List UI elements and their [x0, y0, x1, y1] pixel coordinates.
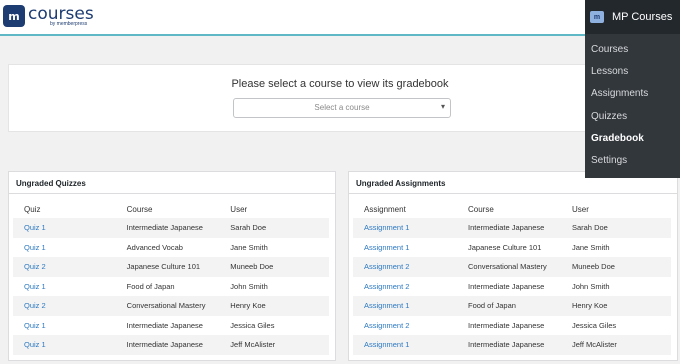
assignment-link[interactable]: Assignment 2: [353, 282, 468, 291]
table-row: Assignment 1 Intermediate Japanese Sarah…: [353, 218, 671, 238]
mp-courses-icon: m: [590, 11, 604, 23]
column-header-assignment: Assignment: [364, 205, 406, 214]
logo-word: courses: [28, 3, 94, 24]
user-cell: Jane Smith: [571, 242, 610, 252]
column-header-user: User: [230, 205, 248, 214]
assignments-table: Assignment Course User Assignment 1 Inte…: [353, 194, 671, 355]
user-cell: Henry Koe: [230, 301, 266, 311]
menu-item-quizzes[interactable]: Quizzes: [585, 105, 680, 127]
user-cell: Jessica Giles: [230, 320, 275, 330]
table-row: Quiz 1 Food of Japan John Smith: [13, 277, 329, 297]
panel-title: Ungraded Quizzes: [9, 172, 335, 194]
course-cell: Japanese Culture 101: [467, 242, 542, 252]
assignment-link[interactable]: Assignment 1: [353, 223, 468, 232]
table-row: Quiz 1 Intermediate Japanese Sarah Doe: [13, 218, 329, 238]
user-cell: John Smith: [571, 281, 610, 291]
table-row: Assignment 1 Intermediate Japanese Jeff …: [353, 335, 671, 355]
table-row: Quiz 1 Advanced Vocab Jane Smith: [13, 238, 329, 258]
course-cell: Intermediate Japanese: [467, 223, 545, 233]
quiz-link[interactable]: Quiz 2: [13, 262, 127, 271]
user-cell: Sarah Doe: [571, 223, 608, 233]
course-cell: Intermediate Japanese: [467, 281, 545, 291]
table-row: Quiz 1 Intermediate Japanese Jeff McAlis…: [13, 335, 329, 355]
quiz-link[interactable]: Quiz 1: [13, 321, 127, 330]
quiz-link[interactable]: Quiz 1: [13, 282, 127, 291]
user-cell: Muneeb Doe: [571, 262, 615, 272]
user-cell: Henry Koe: [571, 301, 608, 311]
course-cell: Food of Japan: [126, 281, 175, 291]
assignment-link[interactable]: Assignment 1: [353, 340, 468, 349]
course-cell: Intermediate Japanese: [126, 340, 203, 350]
column-header-quiz: Quiz: [24, 205, 41, 214]
course-cell: Food of Japan: [467, 301, 516, 311]
course-cell: Japanese Culture 101: [126, 262, 201, 272]
select-course-heading: Please select a course to view its grade…: [231, 78, 449, 90]
course-cell: Conversational Mastery: [467, 262, 547, 272]
user-cell: Jane Smith: [230, 242, 268, 252]
assignment-link[interactable]: Assignment 1: [353, 243, 468, 252]
user-cell: John Smith: [230, 281, 268, 291]
user-cell: Jeff McAlister: [571, 340, 617, 350]
select-placeholder: Select a course: [314, 103, 370, 112]
user-cell: Muneeb Doe: [230, 262, 274, 272]
menu-item-lessons[interactable]: Lessons: [585, 60, 680, 82]
column-header-course: Course: [467, 205, 494, 214]
table-row: Assignment 2 Intermediate Japanese Jessi…: [353, 316, 671, 336]
assignment-link[interactable]: Assignment 2: [353, 321, 468, 330]
course-cell: Advanced Vocab: [126, 242, 183, 252]
ungraded-quizzes-panel: Ungraded Quizzes Quiz Course User Quiz 1…: [8, 171, 336, 361]
user-cell: Jeff McAlister: [230, 340, 276, 350]
quiz-link[interactable]: Quiz 1: [13, 223, 127, 232]
table-row: Assignment 1 Food of Japan Henry Koe: [353, 296, 671, 316]
course-select-dropdown[interactable]: Select a course ▾: [233, 98, 451, 118]
quizzes-table: Quiz Course User Quiz 1 Intermediate Jap…: [13, 194, 329, 355]
quiz-link[interactable]: Quiz 2: [13, 301, 127, 310]
chevron-down-icon: ▾: [440, 102, 445, 111]
mp-courses-submenu: Courses Lessons Assignments Quizzes Grad…: [585, 34, 680, 178]
mp-courses-admin-menu: m MP Courses Courses Lessons Assignments…: [585, 0, 680, 178]
menu-item-assignments[interactable]: Assignments: [585, 83, 680, 105]
course-cell: Intermediate Japanese: [467, 320, 545, 330]
assignment-link[interactable]: Assignment 1: [353, 301, 468, 310]
course-cell: Intermediate Japanese: [467, 340, 545, 350]
table-row: Assignment 1 Japanese Culture 101 Jane S…: [353, 238, 671, 258]
table-header: Quiz Course User: [13, 194, 329, 218]
quiz-link[interactable]: Quiz 1: [13, 243, 127, 252]
table-row: Assignment 2 Conversational Mastery Mune…: [353, 257, 671, 277]
assignment-link[interactable]: Assignment 2: [353, 262, 468, 271]
user-cell: Sarah Doe: [230, 223, 267, 233]
mp-courses-title: MP Courses: [612, 11, 673, 23]
top-bar: m courses by memberpress: [0, 0, 680, 36]
logo-subtitle: by memberpress: [50, 20, 88, 27]
mp-courses-menu-header[interactable]: m MP Courses: [585, 0, 680, 34]
table-row: Quiz 2 Japanese Culture 101 Muneeb Doe: [13, 257, 329, 277]
logo-badge-icon: m: [3, 5, 25, 27]
menu-item-courses[interactable]: Courses: [585, 38, 680, 60]
table-row: Quiz 1 Intermediate Japanese Jessica Gil…: [13, 316, 329, 336]
course-cell: Intermediate Japanese: [126, 223, 203, 233]
memberpress-courses-logo[interactable]: m courses by memberpress: [3, 5, 94, 27]
table-row: Quiz 2 Conversational Mastery Henry Koe: [13, 296, 329, 316]
course-cell: Conversational Mastery: [126, 301, 206, 311]
course-select-card: Please select a course to view its grade…: [8, 64, 672, 132]
menu-item-settings[interactable]: Settings: [585, 149, 680, 171]
table-header: Assignment Course User: [353, 194, 671, 218]
column-header-course: Course: [126, 205, 153, 214]
course-cell: Intermediate Japanese: [126, 320, 203, 330]
column-header-user: User: [571, 205, 589, 214]
user-cell: Jessica Giles: [571, 320, 617, 330]
menu-item-gradebook[interactable]: Gradebook: [585, 127, 680, 149]
table-row: Assignment 2 Intermediate Japanese John …: [353, 277, 671, 297]
ungraded-assignments-panel: Ungraded Assignments Assignment Course U…: [348, 171, 678, 361]
quiz-link[interactable]: Quiz 1: [13, 340, 127, 349]
